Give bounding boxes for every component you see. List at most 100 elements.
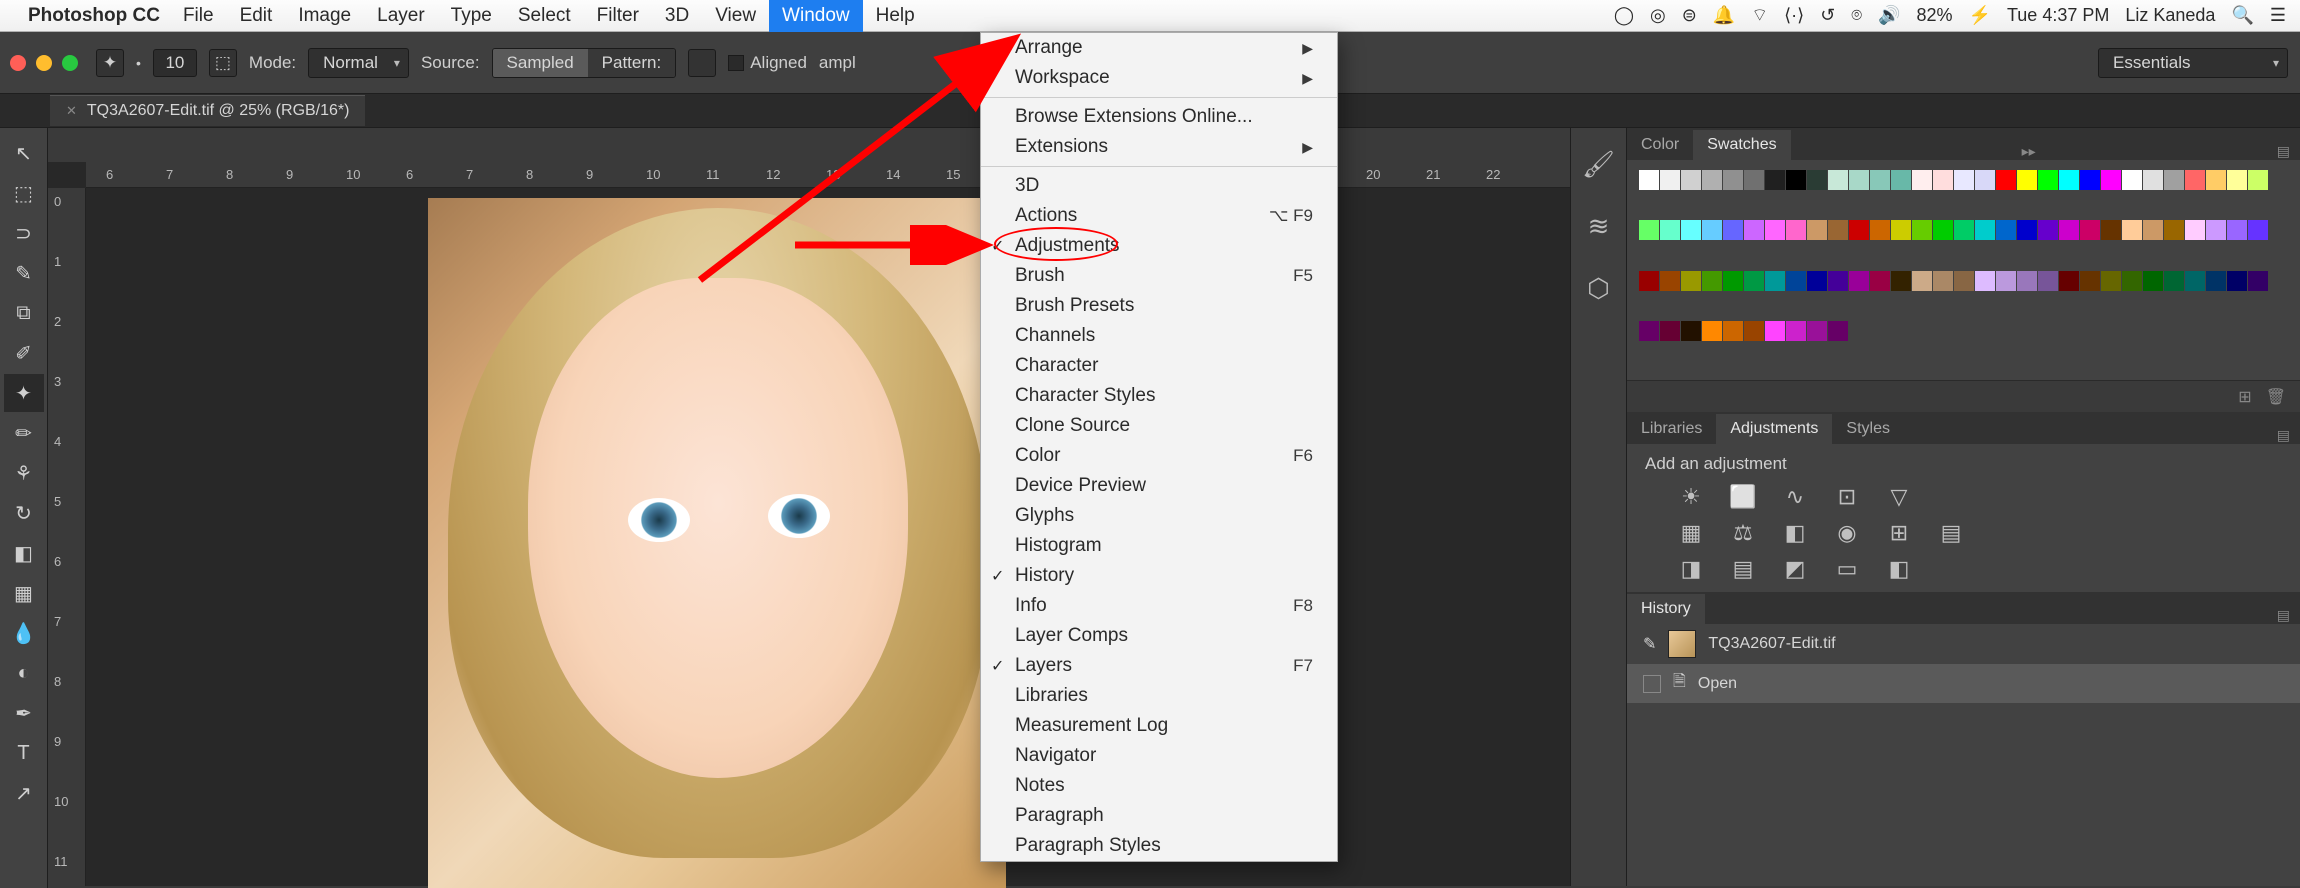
- menu-item-clone-source[interactable]: Clone Source: [981, 411, 1337, 441]
- menu-item-paragraph-styles[interactable]: Paragraph Styles: [981, 831, 1337, 861]
- swatch[interactable]: [2017, 170, 2037, 190]
- swatch[interactable]: [1681, 220, 1701, 240]
- swatch[interactable]: [1849, 271, 1869, 291]
- balance-adjustment-icon[interactable]: ⚖: [1727, 520, 1759, 546]
- history-brush-source-icon[interactable]: ✎: [1643, 634, 1656, 654]
- status-clock-icon[interactable]: ◯: [1614, 5, 1634, 26]
- cc-icon[interactable]: ◎: [1650, 5, 1666, 26]
- swatch[interactable]: [1975, 271, 1995, 291]
- swatch[interactable]: [1828, 271, 1848, 291]
- swatch[interactable]: [2227, 170, 2247, 190]
- hue-adjustment-icon[interactable]: ▦: [1675, 520, 1707, 546]
- menu-item-libraries[interactable]: Libraries: [981, 681, 1337, 711]
- swatch[interactable]: [1975, 170, 1995, 190]
- move-tool-icon[interactable]: ↖: [4, 134, 44, 172]
- menu-help[interactable]: Help: [863, 0, 928, 32]
- brush-panel-icon[interactable]: 🖌: [1581, 146, 1617, 182]
- notification-icon[interactable]: 🔔: [1713, 5, 1735, 26]
- gradient-map-adjustment-icon[interactable]: ▭: [1831, 556, 1863, 582]
- panel-collapse-icon[interactable]: ▸▸: [2012, 143, 2046, 160]
- swatch[interactable]: [1807, 321, 1827, 341]
- swatch[interactable]: [1828, 170, 1848, 190]
- swatch[interactable]: [2101, 170, 2121, 190]
- menu-item-brush[interactable]: BrushF5: [981, 261, 1337, 291]
- battery-icon[interactable]: ⚡: [1969, 5, 1991, 26]
- lasso-tool-icon[interactable]: ⊃: [4, 214, 44, 252]
- threshold-adjustment-icon[interactable]: ◩: [1779, 556, 1811, 582]
- horizontal-ruler[interactable]: 678910678910111213141516176789202122: [86, 162, 1570, 188]
- swatch[interactable]: [1639, 170, 1659, 190]
- swatch[interactable]: [2164, 271, 2184, 291]
- menu-item-channels[interactable]: Channels: [981, 321, 1337, 351]
- swatch[interactable]: [1681, 271, 1701, 291]
- styles-tab[interactable]: Styles: [1832, 414, 1904, 444]
- swatch[interactable]: [1891, 170, 1911, 190]
- delete-swatch-icon[interactable]: 🗑: [2266, 387, 2286, 407]
- swatch[interactable]: [1660, 220, 1680, 240]
- panel-menu-icon[interactable]: ▤: [2267, 143, 2300, 160]
- menu-item-paragraph[interactable]: Paragraph: [981, 801, 1337, 831]
- swatch[interactable]: [2059, 170, 2079, 190]
- menu-file[interactable]: File: [170, 0, 227, 32]
- pressure-toggle-icon[interactable]: ⬚: [209, 49, 237, 77]
- swatch[interactable]: [1744, 321, 1764, 341]
- clock[interactable]: Tue 4:37 PM: [2007, 5, 2109, 26]
- swatch[interactable]: [2143, 220, 2163, 240]
- menu-item-arrange[interactable]: Arrange▶: [981, 33, 1337, 63]
- document-tab[interactable]: ✕ TQ3A2607-Edit.tif @ 25% (RGB/16*): [50, 95, 365, 126]
- swatch[interactable]: [1954, 170, 1974, 190]
- swatch[interactable]: [2206, 170, 2226, 190]
- channel-mixer-adjustment-icon[interactable]: ⊞: [1883, 520, 1915, 546]
- 3d-panel-icon[interactable]: ⬡: [1581, 270, 1617, 306]
- type-tool-icon[interactable]: T: [4, 734, 44, 772]
- swatch[interactable]: [2122, 271, 2142, 291]
- close-button[interactable]: [10, 55, 26, 71]
- swatch[interactable]: [1870, 220, 1890, 240]
- swatch[interactable]: [1639, 321, 1659, 341]
- swatch[interactable]: [1681, 170, 1701, 190]
- brightness-adjustment-icon[interactable]: ☀: [1675, 484, 1707, 510]
- spotlight-icon[interactable]: 🔍: [2231, 5, 2253, 26]
- swatch[interactable]: [1702, 170, 1722, 190]
- invert-adjustment-icon[interactable]: ◨: [1675, 556, 1707, 582]
- swatch[interactable]: [1975, 220, 1995, 240]
- swatch[interactable]: [1702, 220, 1722, 240]
- menu-item-glyphs[interactable]: Glyphs: [981, 501, 1337, 531]
- app-name[interactable]: Photoshop CC: [28, 5, 160, 27]
- panel-menu-icon[interactable]: ▤: [2267, 427, 2300, 444]
- swatch[interactable]: [1870, 170, 1890, 190]
- swatch[interactable]: [1765, 321, 1785, 341]
- exposure-adjustment-icon[interactable]: ⊡: [1831, 484, 1863, 510]
- menu-item-notes[interactable]: Notes: [981, 771, 1337, 801]
- vibrance-adjustment-icon[interactable]: ▽: [1883, 484, 1915, 510]
- workspace-dropdown[interactable]: Essentials: [2098, 48, 2288, 78]
- menu-item-device-preview[interactable]: Device Preview: [981, 471, 1337, 501]
- swatch[interactable]: [1786, 271, 1806, 291]
- menu-select[interactable]: Select: [505, 0, 584, 32]
- swatch[interactable]: [2122, 170, 2142, 190]
- swatch[interactable]: [1765, 170, 1785, 190]
- menu-3d[interactable]: 3D: [652, 0, 702, 32]
- swatch[interactable]: [1954, 271, 1974, 291]
- code-icon[interactable]: ⟨·⟩: [1784, 5, 1804, 26]
- battery-percent[interactable]: 82%: [1917, 5, 1953, 26]
- swatch[interactable]: [1849, 220, 1869, 240]
- close-tab-icon[interactable]: ✕: [66, 103, 77, 119]
- swatches-tab[interactable]: Swatches: [1693, 130, 1790, 160]
- swatch[interactable]: [2164, 170, 2184, 190]
- menu-item-color[interactable]: ColorF6: [981, 441, 1337, 471]
- swatch[interactable]: [1639, 220, 1659, 240]
- menu-item-browse-extensions-online-[interactable]: Browse Extensions Online...: [981, 102, 1337, 132]
- swatch[interactable]: [2143, 271, 2163, 291]
- swatch[interactable]: [2206, 271, 2226, 291]
- swatch[interactable]: [1660, 271, 1680, 291]
- swatch[interactable]: [2185, 220, 2205, 240]
- swatch[interactable]: [1996, 220, 2016, 240]
- swatch[interactable]: [2017, 220, 2037, 240]
- menu-edit[interactable]: Edit: [227, 0, 286, 32]
- menu-item-layer-comps[interactable]: Layer Comps: [981, 621, 1337, 651]
- bluetooth-icon[interactable]: ⌾: [1851, 5, 1862, 26]
- swatch[interactable]: [1891, 271, 1911, 291]
- swatch[interactable]: [1933, 220, 1953, 240]
- swatch[interactable]: [1723, 271, 1743, 291]
